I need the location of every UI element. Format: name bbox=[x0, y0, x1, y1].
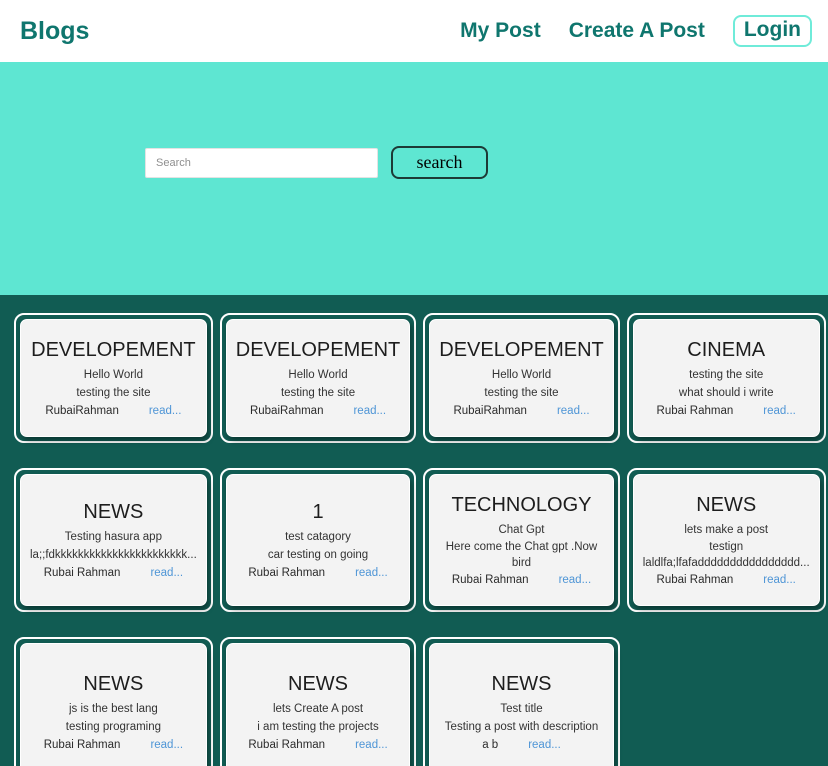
post-description: Here come the Chat gpt .Now bird bbox=[439, 540, 603, 571]
post-title: Hello World bbox=[492, 368, 551, 384]
post-title: Test title bbox=[500, 702, 542, 718]
post-description: testign laldlfa;lfafadddddddddddddddd... bbox=[643, 540, 810, 571]
post-category: NEWS bbox=[696, 494, 756, 517]
post-card[interactable]: CINEMA testing the site what should i wr… bbox=[627, 313, 826, 443]
post-category: TECHNOLOGY bbox=[451, 494, 591, 517]
search-input[interactable] bbox=[145, 148, 378, 178]
post-description: testing the site bbox=[76, 386, 150, 402]
posts-grid: DEVELOPEMENT Hello World testing the sit… bbox=[14, 313, 814, 766]
post-author: Rubai Rahman bbox=[44, 739, 121, 751]
post-category: NEWS bbox=[492, 673, 552, 696]
nav-my-post[interactable]: My Post bbox=[460, 19, 541, 43]
post-meta: Rubai Rahman read... bbox=[657, 405, 796, 417]
post-title: testing the site bbox=[689, 368, 763, 384]
post-title: Hello World bbox=[84, 368, 143, 384]
post-card-body: 1 test catagory car testing on going Rub… bbox=[226, 474, 410, 606]
brand-logo[interactable]: Blogs bbox=[20, 17, 89, 46]
post-description: testing programing bbox=[66, 720, 161, 736]
post-card-body: NEWS Testing hasura app la;;fdkkkkkkkkkk… bbox=[20, 474, 207, 606]
post-author: Rubai Rahman bbox=[44, 567, 121, 579]
post-description: testing the site bbox=[281, 386, 355, 402]
post-category: 1 bbox=[312, 501, 323, 524]
post-card[interactable]: NEWS lets Create A post i am testing the… bbox=[220, 637, 416, 766]
post-card-body: DEVELOPEMENT Hello World testing the sit… bbox=[429, 319, 613, 437]
read-more-link[interactable]: read... bbox=[150, 739, 183, 751]
post-author: Rubai Rahman bbox=[248, 739, 325, 751]
post-card[interactable]: 1 test catagory car testing on going Rub… bbox=[220, 468, 416, 612]
post-meta: Rubai Rahman read... bbox=[44, 739, 183, 751]
post-author: RubaiRahman bbox=[45, 405, 119, 417]
post-card[interactable]: NEWS lets make a post testign laldlfa;lf… bbox=[627, 468, 826, 612]
post-category: CINEMA bbox=[687, 339, 765, 362]
post-meta: Rubai Rahman read... bbox=[248, 567, 387, 579]
post-card[interactable]: DEVELOPEMENT Hello World testing the sit… bbox=[14, 313, 213, 443]
post-card-body: NEWS lets Create A post i am testing the… bbox=[226, 643, 410, 766]
post-card-body: DEVELOPEMENT Hello World testing the sit… bbox=[226, 319, 410, 437]
post-meta: Rubai Rahman read... bbox=[657, 574, 796, 586]
post-category: DEVELOPEMENT bbox=[31, 339, 195, 362]
post-title: Chat Gpt bbox=[498, 523, 544, 539]
post-description: what should i write bbox=[679, 386, 774, 402]
post-card[interactable]: TECHNOLOGY Chat Gpt Here come the Chat g… bbox=[423, 468, 619, 612]
search-button[interactable]: search bbox=[391, 146, 488, 179]
post-author: RubaiRahman bbox=[250, 405, 324, 417]
post-title: test catagory bbox=[285, 530, 351, 546]
read-more-link[interactable]: read... bbox=[353, 405, 386, 417]
read-more-link[interactable]: read... bbox=[150, 567, 183, 579]
nav-create-a-post[interactable]: Create A Post bbox=[569, 19, 705, 43]
post-card[interactable]: DEVELOPEMENT Hello World testing the sit… bbox=[220, 313, 416, 443]
read-more-link[interactable]: read... bbox=[528, 739, 561, 751]
post-description: testing the site bbox=[484, 386, 558, 402]
post-title: Hello World bbox=[288, 368, 347, 384]
post-category: DEVELOPEMENT bbox=[236, 339, 400, 362]
post-card[interactable]: NEWS Test title Testing a post with desc… bbox=[423, 637, 619, 766]
post-meta: RubaiRahman read... bbox=[250, 405, 386, 417]
post-category: DEVELOPEMENT bbox=[439, 339, 603, 362]
post-category: NEWS bbox=[83, 673, 143, 696]
header: Blogs My Post Create A Post Login bbox=[0, 0, 828, 62]
read-more-link[interactable]: read... bbox=[763, 405, 796, 417]
post-description: i am testing the projects bbox=[257, 720, 378, 736]
read-more-link[interactable]: read... bbox=[763, 574, 796, 586]
post-title: lets Create A post bbox=[273, 702, 363, 718]
post-author: RubaiRahman bbox=[453, 405, 527, 417]
post-author: Rubai Rahman bbox=[452, 574, 529, 586]
post-meta: RubaiRahman read... bbox=[45, 405, 181, 417]
post-description: la;;fdkkkkkkkkkkkkkkkkkkkkkkk... bbox=[30, 548, 197, 564]
post-title: js is the best lang bbox=[69, 702, 158, 718]
post-meta: RubaiRahman read... bbox=[453, 405, 589, 417]
login-button[interactable]: Login bbox=[733, 15, 812, 47]
read-more-link[interactable]: read... bbox=[557, 405, 590, 417]
post-card-body: TECHNOLOGY Chat Gpt Here come the Chat g… bbox=[429, 474, 613, 606]
post-title: Testing hasura app bbox=[65, 530, 162, 546]
read-more-link[interactable]: read... bbox=[355, 567, 388, 579]
post-card[interactable]: NEWS js is the best lang testing program… bbox=[14, 637, 213, 766]
read-more-link[interactable]: read... bbox=[355, 739, 388, 751]
post-description: car testing on going bbox=[268, 548, 368, 564]
read-more-link[interactable]: read... bbox=[149, 405, 182, 417]
post-author: Rubai Rahman bbox=[657, 405, 734, 417]
main-nav: My Post Create A Post Login bbox=[460, 15, 812, 47]
post-meta: a b read... bbox=[482, 739, 561, 751]
post-meta: Rubai Rahman read... bbox=[44, 567, 183, 579]
posts-section: DEVELOPEMENT Hello World testing the sit… bbox=[0, 295, 828, 766]
post-author: Rubai Rahman bbox=[248, 567, 325, 579]
post-card-body: NEWS lets make a post testign laldlfa;lf… bbox=[633, 474, 820, 606]
post-card-body: NEWS Test title Testing a post with desc… bbox=[429, 643, 613, 766]
hero-section: search bbox=[0, 62, 828, 295]
post-title: lets make a post bbox=[684, 523, 768, 539]
post-description: Testing a post with description bbox=[445, 720, 598, 736]
post-card-body: DEVELOPEMENT Hello World testing the sit… bbox=[20, 319, 207, 437]
post-meta: Rubai Rahman read... bbox=[452, 574, 591, 586]
post-card-body: CINEMA testing the site what should i wr… bbox=[633, 319, 820, 437]
post-author: a b bbox=[482, 739, 498, 751]
post-meta: Rubai Rahman read... bbox=[248, 739, 387, 751]
post-card[interactable]: NEWS Testing hasura app la;;fdkkkkkkkkkk… bbox=[14, 468, 213, 612]
post-card-body: NEWS js is the best lang testing program… bbox=[20, 643, 207, 766]
post-author: Rubai Rahman bbox=[657, 574, 734, 586]
post-category: NEWS bbox=[288, 673, 348, 696]
read-more-link[interactable]: read... bbox=[559, 574, 592, 586]
post-card[interactable]: DEVELOPEMENT Hello World testing the sit… bbox=[423, 313, 619, 443]
post-category: NEWS bbox=[83, 501, 143, 524]
